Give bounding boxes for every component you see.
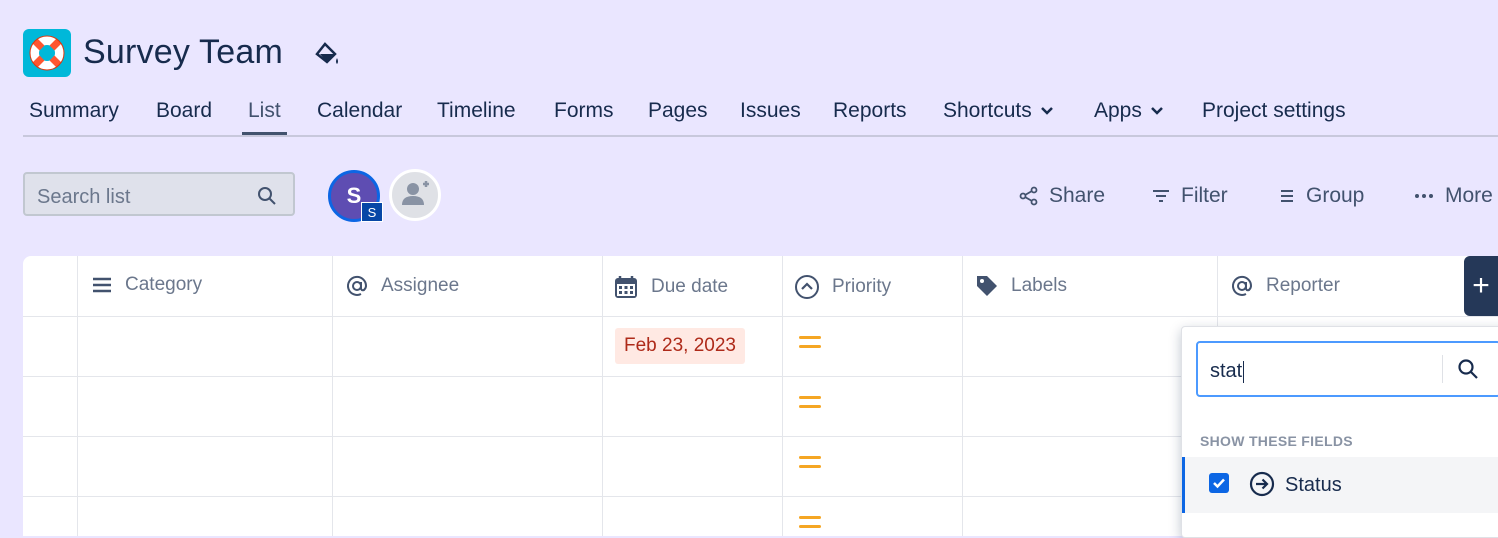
share-button[interactable]: Share: [1019, 184, 1105, 208]
priority-medium-icon[interactable]: [799, 516, 821, 530]
at-sign-icon: [347, 275, 368, 296]
row-divider: [23, 316, 1498, 317]
text-caret: [1243, 360, 1245, 383]
tab-apps[interactable]: Apps: [1094, 99, 1164, 123]
tab-list[interactable]: List: [248, 99, 281, 123]
tab-board[interactable]: Board: [156, 99, 212, 123]
tab-pages[interactable]: Pages: [648, 99, 708, 123]
column-divider: [77, 256, 78, 536]
filter-label: Filter: [1181, 184, 1228, 207]
priority-medium-icon[interactable]: [799, 396, 821, 410]
tab-summary[interactable]: Summary: [29, 99, 119, 123]
tab-project-settings[interactable]: Project settings: [1202, 99, 1346, 123]
chevron-down-icon: [1040, 107, 1053, 116]
tab-reports[interactable]: Reports: [833, 99, 907, 123]
search-placeholder: Search list: [37, 186, 131, 208]
tab-shortcuts-label: Shortcuts: [943, 99, 1032, 122]
group-label: Group: [1306, 184, 1365, 207]
menu-lines-icon: [93, 277, 111, 293]
add-person-icon[interactable]: [389, 169, 441, 221]
at-sign-icon: [1232, 275, 1253, 296]
checkmark-icon: [1213, 478, 1225, 489]
field-search-value: stat: [1210, 360, 1245, 383]
column-header-label: Priority: [832, 276, 892, 297]
more-icon: [1415, 194, 1433, 198]
section-label: SHOW THESE FIELDS: [1200, 433, 1353, 449]
field-option-status[interactable]: Status: [1182, 457, 1498, 513]
checkbox-checked[interactable]: [1209, 473, 1229, 493]
column-divider: [332, 256, 333, 536]
column-header-label: Due date: [651, 276, 729, 297]
column-header-label: Reporter: [1266, 275, 1340, 296]
column-header-assignee[interactable]: Assignee: [345, 274, 459, 298]
tab-issues[interactable]: Issues: [740, 99, 801, 123]
tab-shortcuts[interactable]: Shortcuts: [943, 99, 1054, 123]
column-divider: [962, 256, 963, 536]
project-title: Survey Team: [83, 33, 283, 71]
avatar-badge: S: [361, 202, 383, 222]
column-header-reporter[interactable]: Reporter: [1230, 274, 1340, 298]
group-button[interactable]: Group: [1278, 184, 1364, 208]
priority-medium-icon[interactable]: [799, 336, 821, 350]
status-arrow-icon: [1249, 471, 1275, 497]
field-picker-popup: stat SHOW THESE FIELDS Status: [1181, 326, 1498, 538]
due-date-chip[interactable]: Feb 23, 2023: [615, 328, 745, 364]
priority-medium-icon[interactable]: [799, 456, 821, 470]
paint-bucket-icon[interactable]: [313, 40, 341, 68]
search-list-input[interactable]: Search list: [23, 172, 295, 216]
field-option-label: Status: [1285, 474, 1342, 496]
tab-apps-label: Apps: [1094, 99, 1142, 122]
column-header-priority[interactable]: Priority: [794, 274, 891, 300]
calendar-icon: [615, 276, 637, 298]
column-header-label: Labels: [1011, 275, 1067, 296]
more-button[interactable]: More: [1413, 184, 1493, 208]
column-header-label: Category: [125, 274, 203, 295]
search-icon[interactable]: [1457, 358, 1479, 380]
column-header-due-date[interactable]: Due date: [613, 274, 728, 300]
tab-timeline[interactable]: Timeline: [437, 99, 516, 123]
column-divider: [782, 256, 783, 536]
input-separator: [1442, 355, 1443, 383]
share-label: Share: [1049, 184, 1106, 207]
field-search-input[interactable]: stat: [1196, 341, 1498, 397]
column-header-label: Assignee: [381, 275, 460, 296]
active-tab-indicator: [242, 132, 287, 135]
share-icon: [1019, 186, 1038, 206]
add-column-button[interactable]: +: [1464, 256, 1498, 316]
group-icon: [1281, 190, 1293, 202]
project-lifebuoy-icon: [23, 29, 71, 77]
project-nav: Summary Board List Calendar Timeline For…: [23, 95, 1498, 137]
priority-circle-icon: [795, 275, 819, 299]
column-header-labels[interactable]: Labels: [975, 274, 1067, 298]
tab-calendar[interactable]: Calendar: [317, 99, 402, 123]
more-label: More: [1445, 184, 1493, 207]
filter-button[interactable]: Filter: [1151, 184, 1228, 208]
column-header-category[interactable]: Category: [91, 274, 202, 296]
search-icon: [258, 187, 276, 205]
field-search-text: stat: [1210, 360, 1243, 382]
chevron-down-icon: [1150, 107, 1163, 116]
column-divider: [602, 256, 603, 536]
filter-icon: [1153, 190, 1169, 202]
tag-icon: [977, 276, 997, 296]
tab-forms[interactable]: Forms: [554, 99, 614, 123]
